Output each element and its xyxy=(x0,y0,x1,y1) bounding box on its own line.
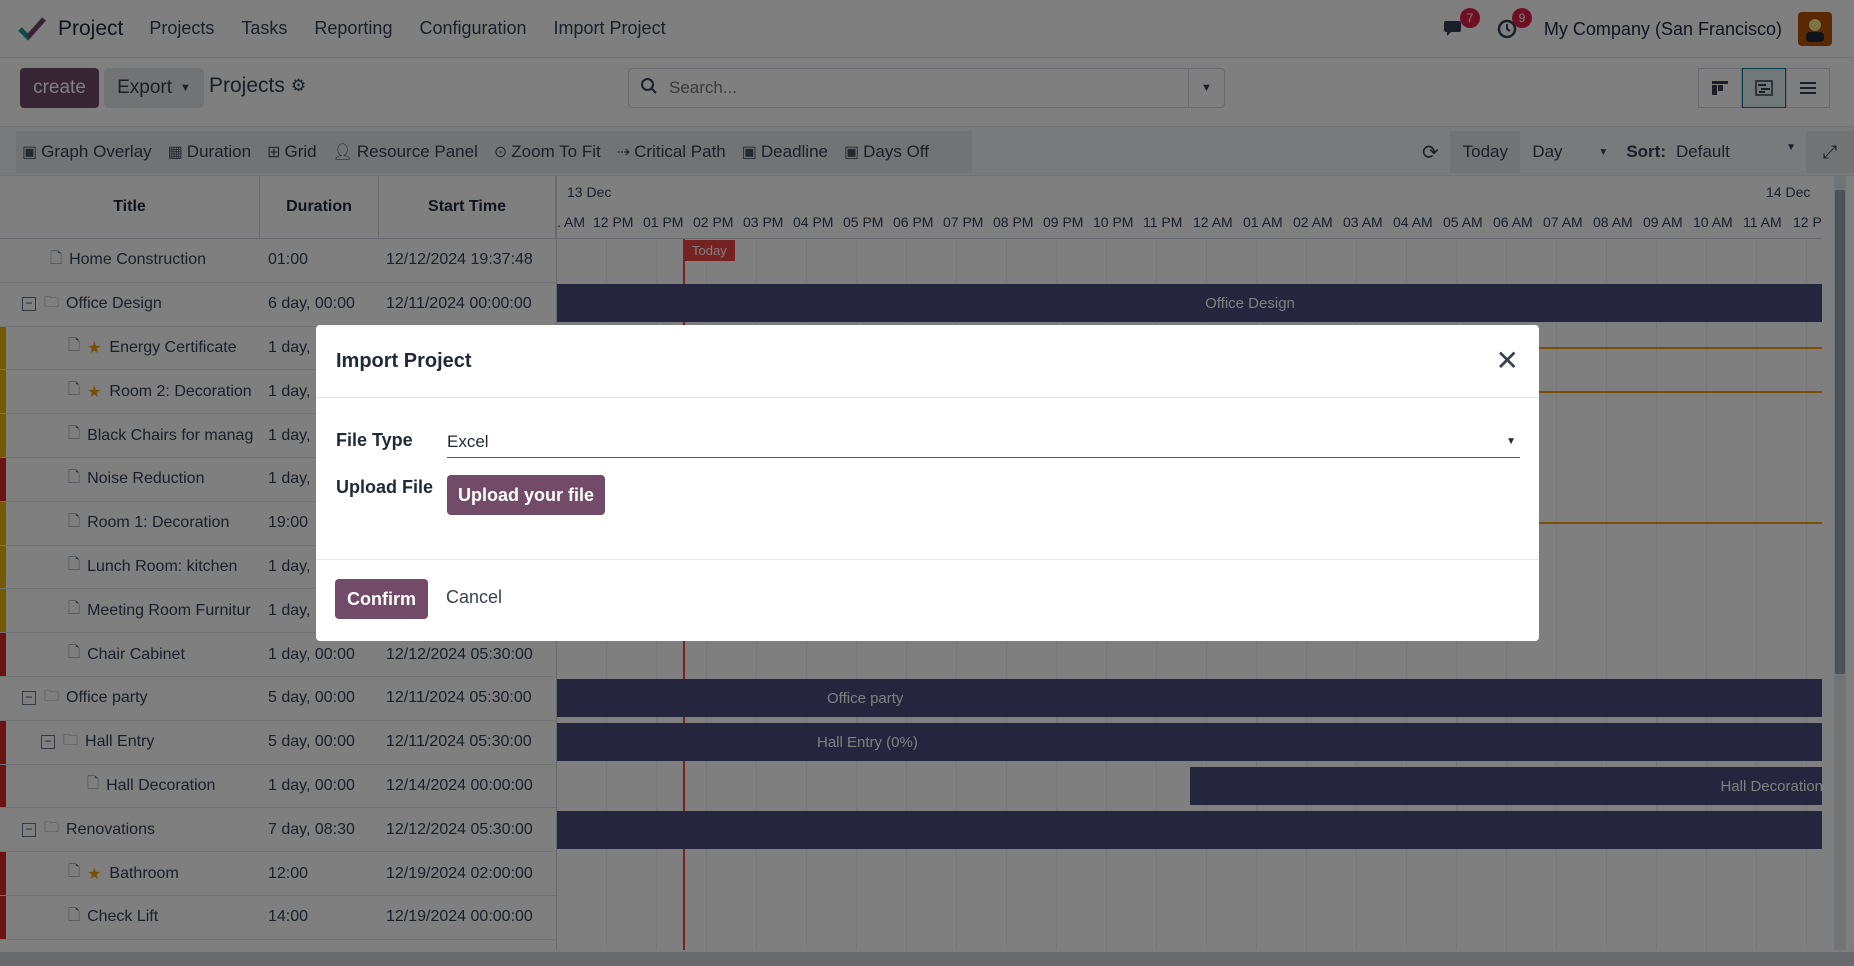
cancel-button[interactable]: Cancel xyxy=(446,587,502,608)
upload-file-button[interactable]: Upload your file xyxy=(447,475,605,515)
file-type-label: File Type xyxy=(336,430,413,450)
caret-down-icon: ▼ xyxy=(1506,436,1516,447)
close-icon[interactable]: ✕ xyxy=(1496,347,1519,375)
import-project-dialog: Import Project ✕ File Type Excel ▼ Uploa… xyxy=(316,325,1539,641)
file-type-select[interactable]: Excel ▼ xyxy=(447,426,1520,458)
modal-title: Import Project xyxy=(336,349,472,372)
file-type-value: Excel xyxy=(447,431,489,451)
modal-footer: Confirm Cancel xyxy=(316,560,1539,640)
modal-body: File Type Excel ▼ Upload File Upload you… xyxy=(316,398,1539,560)
confirm-button[interactable]: Confirm xyxy=(335,579,428,619)
modal-header: Import Project ✕ xyxy=(316,325,1539,398)
upload-file-label: Upload File xyxy=(336,477,434,497)
